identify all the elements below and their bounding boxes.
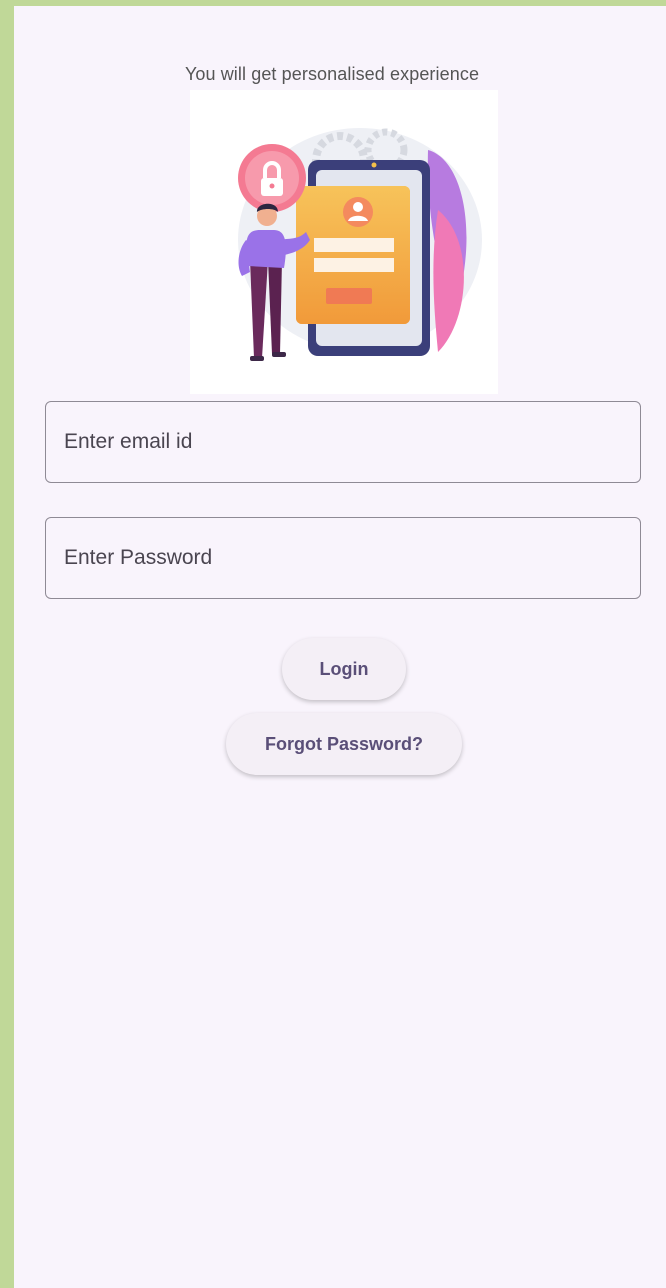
- page-subtitle: You will get personalised experience: [184, 64, 480, 84]
- app-screen: You will get personalised experience Ent…: [14, 6, 666, 1288]
- login-security-illustration-icon: [238, 128, 482, 361]
- password-field[interactable]: [45, 517, 641, 599]
- login-illustration: [190, 90, 498, 394]
- email-field[interactable]: [45, 401, 641, 483]
- email-input[interactable]: [46, 402, 640, 482]
- login-button[interactable]: Login: [282, 638, 406, 700]
- forgot-password-button[interactable]: Forgot Password?: [226, 713, 462, 775]
- password-input[interactable]: [46, 518, 640, 598]
